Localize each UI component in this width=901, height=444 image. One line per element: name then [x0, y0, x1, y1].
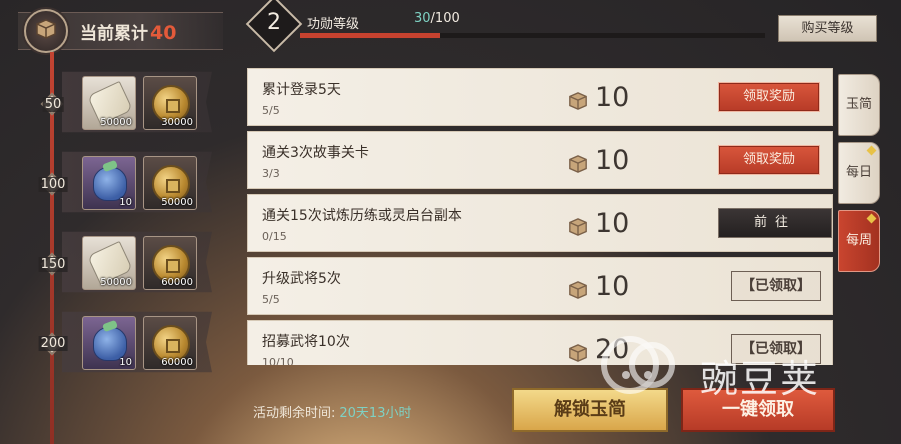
reward-count: 10 — [119, 197, 132, 208]
merit-box-icon — [568, 280, 588, 304]
reward-slot[interactable]: 10 — [82, 316, 136, 370]
bag-icon — [93, 327, 127, 361]
task-progress: 0/15 — [262, 230, 287, 243]
claim-reward-button[interactable]: 领取奖励 — [718, 82, 820, 112]
reward-count: 50000 — [100, 117, 132, 128]
task-card: 通关3次故事关卡 3/3 10 领取奖励 — [247, 131, 833, 189]
task-reward-value: 10 — [595, 271, 630, 302]
task-progress: 5/5 — [262, 104, 280, 117]
track-level-label: 50 — [42, 97, 64, 112]
task-progress: 3/3 — [262, 167, 280, 180]
task-title: 升级武将5次 — [262, 271, 341, 287]
merit-progress-bar — [300, 33, 765, 38]
reward-count: 50000 — [161, 197, 193, 208]
reward-slot[interactable]: 50000 — [82, 76, 136, 130]
accumulated-value: 40 — [150, 22, 177, 44]
task-card: 累计登录5天 5/5 10 领取奖励 — [247, 68, 833, 126]
reward-slot[interactable]: 50000 — [143, 156, 197, 210]
tab-daily[interactable]: 每日 — [838, 142, 880, 204]
task-title: 通关3次故事关卡 — [262, 145, 369, 161]
bag-icon — [93, 167, 127, 201]
buy-level-button[interactable]: 购买等级 — [778, 15, 877, 42]
reward-slot[interactable]: 60000 — [143, 236, 197, 290]
notification-dot-icon — [866, 213, 877, 224]
task-card: 升级武将5次 5/5 10 【已领取】 — [247, 257, 833, 315]
claimed-tag: 【已领取】 — [731, 271, 821, 301]
task-progress: 5/5 — [262, 293, 280, 306]
reward-track-panel: 当前累计 40 50 50000 30000 100 10 50000 150 5… — [0, 0, 225, 444]
remaining-time: 活动剩余时间: 20天13小时 — [253, 402, 411, 421]
reward-count: 10 — [119, 357, 132, 368]
accumulated-label: 当前累计 40 — [80, 19, 176, 44]
merit-box-icon — [568, 154, 588, 178]
merit-progress-max: /100 — [430, 11, 460, 26]
reward-slot[interactable]: 30000 — [143, 76, 197, 130]
merit-progress-fill — [300, 33, 440, 38]
task-reward-value: 10 — [595, 145, 630, 176]
merit-box-icon — [568, 343, 588, 365]
reward-count: 60000 — [161, 357, 193, 368]
notification-dot-icon — [866, 145, 877, 156]
watermark-text: 豌豆荚 — [700, 357, 821, 401]
reward-slot[interactable]: 60000 — [143, 316, 197, 370]
task-title: 招募武将10次 — [262, 334, 350, 350]
tab-weekly[interactable]: 每周 — [838, 210, 880, 272]
tab-jade-slip[interactable]: 玉简 — [838, 74, 880, 136]
merit-progress-text: 30/100 — [414, 11, 460, 26]
reward-slot[interactable]: 10 — [82, 156, 136, 210]
tab-label: 玉简 — [845, 97, 872, 112]
merit-box-icon — [35, 18, 57, 44]
track-level-label: 200 — [38, 336, 68, 351]
task-reward-value: 10 — [595, 82, 630, 113]
task-reward-value: 10 — [595, 208, 630, 239]
task-card: 通关15次试炼历练或灵启台副本 0/15 10 前往 — [247, 194, 833, 252]
remaining-time-value: 20天13小时 — [339, 406, 412, 421]
claim-reward-button[interactable]: 领取奖励 — [718, 145, 820, 175]
task-progress: 10/10 — [262, 356, 294, 365]
reward-count: 60000 — [161, 277, 193, 288]
tab-label: 每周 — [845, 233, 872, 248]
reward-count: 50000 — [100, 277, 132, 288]
merit-box-icon — [568, 217, 588, 241]
level-number: 2 — [267, 10, 281, 35]
accumulated-label-text: 当前累计 — [80, 24, 148, 44]
merit-level-title: 功勋等级 — [307, 17, 360, 32]
accumulated-badge — [24, 9, 68, 53]
track-level-label: 150 — [38, 257, 68, 272]
reward-count: 30000 — [161, 117, 193, 128]
task-title: 通关15次试炼历练或灵启台副本 — [262, 208, 462, 224]
merit-progress-current: 30 — [414, 11, 431, 26]
remaining-time-label: 活动剩余时间: — [253, 406, 336, 421]
track-level-label: 100 — [38, 177, 68, 192]
task-title: 累计登录5天 — [262, 82, 341, 98]
reward-slot[interactable]: 50000 — [82, 236, 136, 290]
merit-box-icon — [568, 91, 588, 115]
goto-button[interactable]: 前往 — [718, 208, 832, 238]
tab-label: 每日 — [845, 165, 872, 180]
